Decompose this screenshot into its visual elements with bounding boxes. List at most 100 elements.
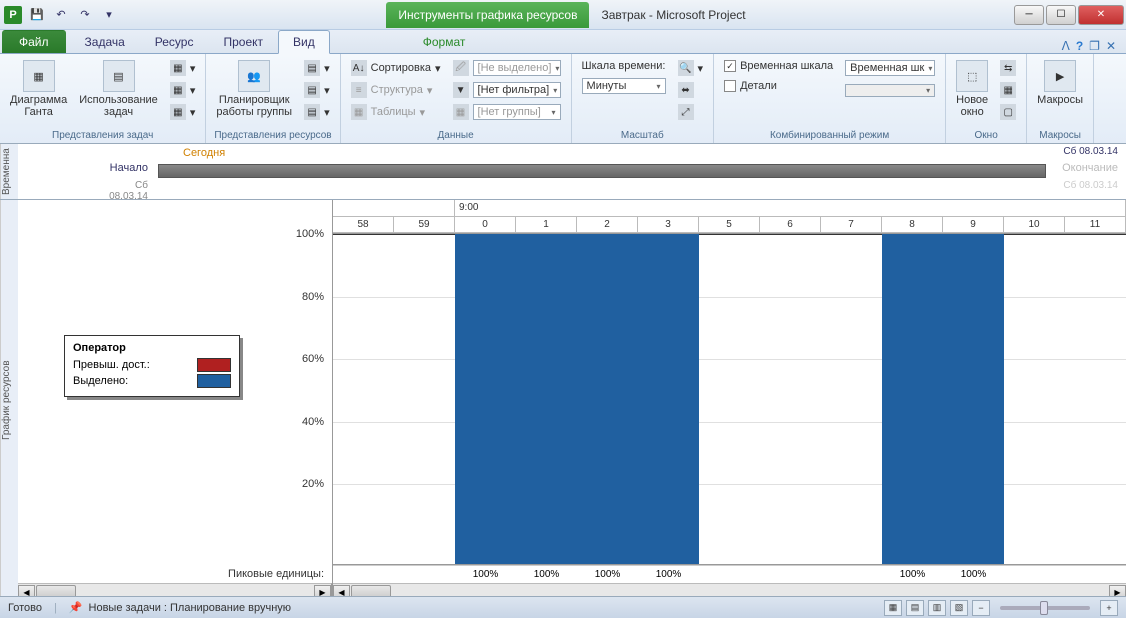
task-usage-button[interactable]: ▤ Использование задач [75, 58, 162, 120]
pin-icon[interactable]: 📌 [69, 601, 83, 614]
group-icon: ▦ [453, 104, 469, 120]
peak-value-cell: 100% [943, 566, 1004, 583]
zoom-project-button[interactable]: ⬌ [674, 80, 708, 100]
peak-value-cell [1004, 566, 1065, 583]
timeline-start-date: Сб 08.03.14 [98, 180, 148, 202]
bars-area [333, 234, 1126, 565]
tab-task[interactable]: Задача [70, 30, 140, 53]
app-icon[interactable]: P [4, 6, 22, 24]
arrange-all-button[interactable]: ▦ [996, 80, 1020, 100]
gantt-icon: ▦ [23, 60, 55, 92]
timeline-top-date: Сб 08.03.14 [1063, 146, 1118, 157]
timeline-view-combo[interactable]: Временная шк▾ [841, 58, 939, 78]
team-planner-button[interactable]: 👥 Планировщик работы группы [212, 58, 296, 120]
peak-value-cell [1065, 566, 1126, 583]
timeline-end-date: Сб 08.03.14 [1063, 180, 1118, 191]
resource-usage-button[interactable]: ▤▾ [300, 58, 334, 78]
view-button-4[interactable]: ▧ [950, 600, 968, 616]
zoom-in-button[interactable]: + [1100, 600, 1118, 616]
legend-overalloc-swatch [197, 358, 231, 372]
y-tick-label: 80% [302, 291, 324, 303]
contextual-tab-label: Инструменты графика ресурсов [386, 2, 589, 28]
calendar-button[interactable]: ▦▾ [166, 80, 200, 100]
close-button[interactable]: ✕ [1078, 5, 1124, 25]
tab-file[interactable]: Файл [2, 30, 66, 53]
sort-icon: A↓ [351, 60, 367, 76]
timescale-combo[interactable]: Минуты▾ [578, 76, 670, 96]
peak-value-cell: 100% [882, 566, 943, 583]
view-button-2[interactable]: ▤ [906, 600, 924, 616]
help-icon[interactable]: ? [1076, 39, 1083, 53]
peak-value-cell: 100% [638, 566, 699, 583]
group-label-macros: Макросы [1033, 128, 1087, 141]
zoom-slider[interactable] [1000, 606, 1090, 610]
details-checkbox[interactable]: Детали [720, 78, 837, 94]
highlight-combo: 🖉[Не выделено]▾ [449, 58, 565, 78]
task-usage-icon: ▤ [103, 60, 135, 92]
ribbon-tabs: Файл Задача Ресурс Проект Вид Формат ᐱ ?… [0, 30, 1126, 54]
other-resource-views-button[interactable]: ▤▾ [300, 102, 334, 122]
zoom-selected-button[interactable]: ⤢ [674, 102, 708, 122]
other-views-button[interactable]: ▦▾ [166, 102, 200, 122]
hide-icon: ▢ [1000, 104, 1016, 120]
peak-units-label: Пиковые единицы: [228, 568, 324, 580]
network-diagram-button[interactable]: ▦▾ [166, 58, 200, 78]
allocation-bar [516, 234, 577, 564]
switch-windows-button[interactable]: ⇆ [996, 58, 1020, 78]
view-button-3[interactable]: ▥ [928, 600, 946, 616]
resource-sheet-icon: ▤ [304, 82, 320, 98]
macros-icon: ▶ [1044, 60, 1076, 92]
zoom-button[interactable]: 🔍▾ [674, 58, 708, 78]
status-bar: Готово | 📌 Новые задачи : Планирование в… [0, 596, 1126, 618]
resource-graph-side-label: График ресурсов [0, 200, 18, 600]
minute-cell: 3 [638, 217, 699, 233]
filter-combo[interactable]: ▼[Нет фильтра]▾ [449, 80, 565, 100]
gantt-chart-button[interactable]: ▦ Диаграмма Ганта [6, 58, 71, 120]
zoom-out-button[interactable]: − [972, 600, 990, 616]
network-icon: ▦ [170, 60, 186, 76]
time-header: 9:00 58590123567891011 [333, 200, 1126, 234]
y-tick-label: 60% [302, 353, 324, 365]
minute-cell: 1 [516, 217, 577, 233]
minimize-button[interactable]: ─ [1014, 5, 1044, 25]
tables-button: ▦Таблицы▾ [347, 102, 445, 122]
minute-cell: 2 [577, 217, 638, 233]
qat-dropdown-icon[interactable]: ▾ [100, 6, 118, 24]
minute-cell: 0 [455, 217, 516, 233]
save-icon[interactable]: 💾 [28, 6, 46, 24]
resource-sheet-button[interactable]: ▤▾ [300, 80, 334, 100]
peak-value-cell [333, 566, 394, 583]
minute-cell: 7 [821, 217, 882, 233]
timeline-side-label: Временна [0, 144, 18, 199]
peak-value-cell: 100% [516, 566, 577, 583]
view-button-1[interactable]: ▦ [884, 600, 902, 616]
zoom-slider-thumb[interactable] [1040, 601, 1048, 615]
macros-button[interactable]: ▶ Макросы [1033, 58, 1087, 108]
window-close-icon[interactable]: ✕ [1106, 39, 1116, 53]
other-icon: ▦ [170, 104, 186, 120]
timeline-checkbox[interactable]: ✓Временная шкала [720, 58, 837, 74]
ribbon-minimize-icon[interactable]: ᐱ [1062, 39, 1070, 53]
sort-button[interactable]: A↓Сортировка▾ [347, 58, 445, 78]
tab-resource[interactable]: Ресурс [140, 30, 209, 53]
group-label-window: Окно [952, 128, 1020, 141]
tab-format[interactable]: Формат [408, 30, 481, 53]
arrange-icon: ▦ [1000, 82, 1016, 98]
group-label-zoom: Масштаб [578, 128, 708, 141]
redo-icon[interactable]: ↷ [76, 6, 94, 24]
new-window-button[interactable]: ⬚ Новое окно [952, 58, 992, 120]
team-planner-icon: 👥 [238, 60, 270, 92]
zoom-project-icon: ⬌ [678, 82, 694, 98]
tab-view[interactable]: Вид [278, 30, 330, 54]
structure-icon: ≡ [351, 82, 367, 98]
hide-button[interactable]: ▢ [996, 102, 1020, 122]
legend-allocated-label: Выделено: [73, 375, 187, 387]
window-restore-icon[interactable]: ❐ [1089, 39, 1100, 53]
minute-cell: 10 [1004, 217, 1065, 233]
timeline-bar[interactable] [158, 164, 1046, 178]
undo-icon[interactable]: ↶ [52, 6, 70, 24]
legend-allocated-swatch [197, 374, 231, 388]
tab-project[interactable]: Проект [208, 30, 278, 53]
maximize-button[interactable]: ☐ [1046, 5, 1076, 25]
minute-cell: 9 [943, 217, 1004, 233]
